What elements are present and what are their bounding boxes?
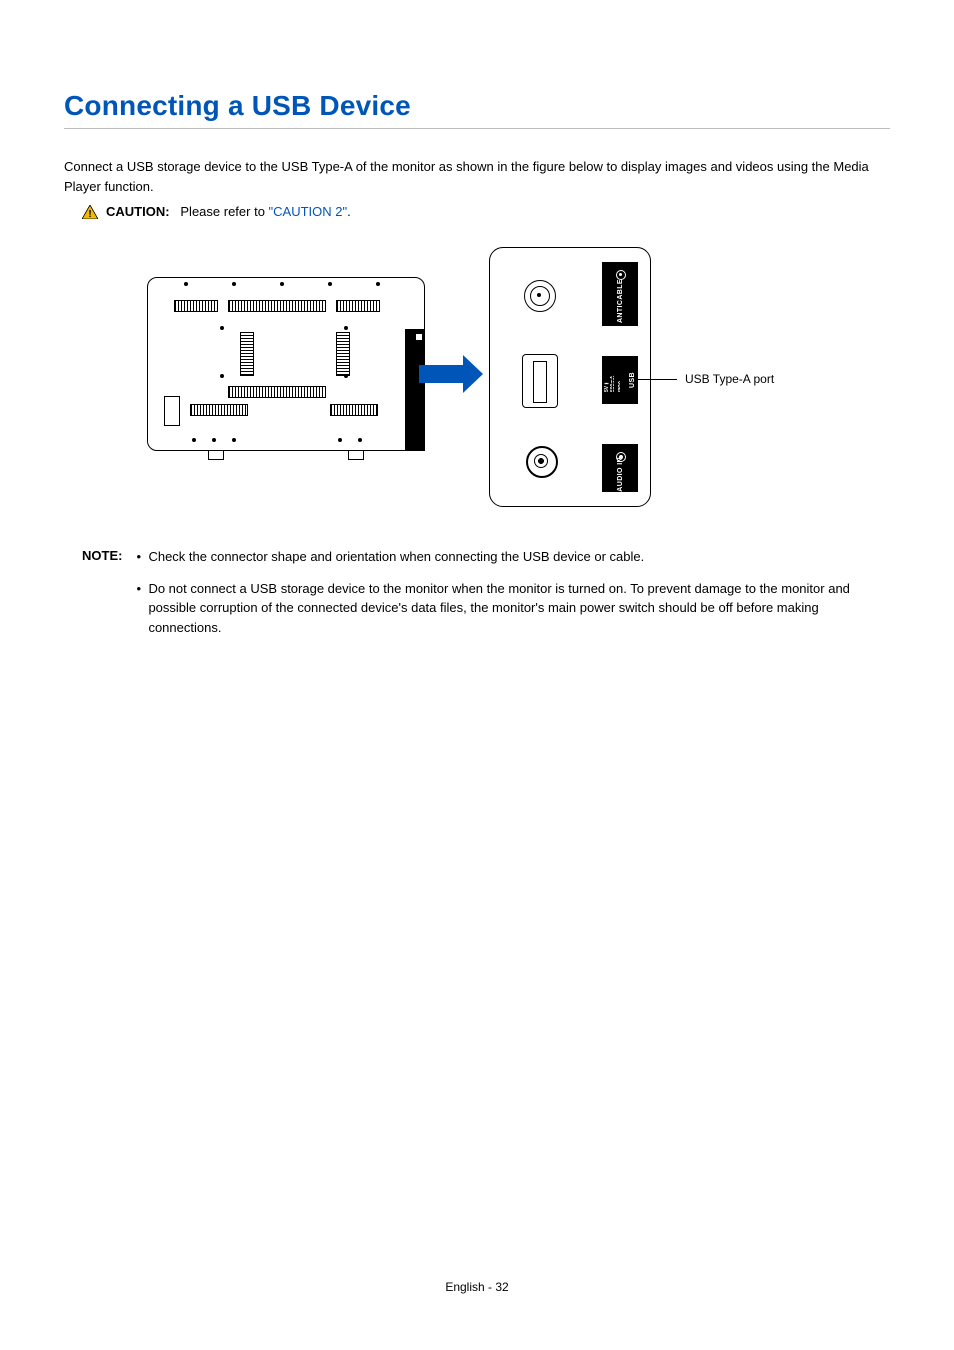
caution-link[interactable]: "CAUTION 2" xyxy=(269,204,348,219)
audio-port-icon xyxy=(526,446,558,478)
note-label: NOTE: xyxy=(82,547,122,649)
note-block: NOTE: Check the connector shape and orie… xyxy=(82,547,890,649)
arrow-icon xyxy=(419,365,463,383)
note-item: Do not connect a USB storage device to t… xyxy=(136,579,890,638)
svg-text:!: ! xyxy=(88,209,91,219)
caution-label: CAUTION: xyxy=(106,204,170,219)
figure: s ANTICABLE 5V⎓ 500mA MAX USB xyxy=(147,247,807,505)
arrow-head-icon xyxy=(463,355,483,393)
anticable-label: ANTICABLE xyxy=(602,262,638,326)
title-rule xyxy=(64,128,890,129)
usb-label: 5V⎓ 500mA MAX USB xyxy=(602,356,638,404)
caution-suffix: . xyxy=(347,204,351,219)
page-title: Connecting a USB Device xyxy=(64,90,890,122)
page-footer: English - 32 xyxy=(0,1280,954,1294)
caution-prefix: Please refer to xyxy=(180,204,268,219)
audio-label: AUDIO IN xyxy=(602,444,638,492)
note-item: Check the connector shape and orientatio… xyxy=(136,547,890,567)
port-panel-diagram: ANTICABLE 5V⎓ 500mA MAX USB AUDIO IN xyxy=(489,247,651,507)
warning-icon: ! xyxy=(82,205,98,219)
monitor-rear-diagram: s xyxy=(147,277,425,451)
usb-port-icon xyxy=(522,354,558,408)
intro-text: Connect a USB storage device to the USB … xyxy=(64,157,890,196)
usb-callout: USB Type-A port xyxy=(685,372,774,386)
caution-row: ! CAUTION: Please refer to "CAUTION 2". xyxy=(82,204,890,219)
